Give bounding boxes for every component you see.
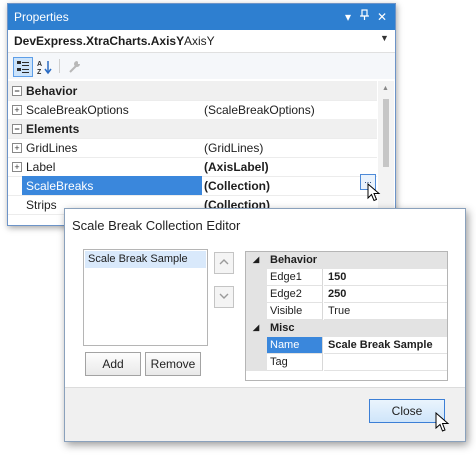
- expand-icon[interactable]: +: [12, 143, 22, 153]
- collapse-icon[interactable]: −: [12, 124, 22, 134]
- dialog-title: Scale Break Collection Editor: [72, 218, 241, 233]
- object-selector[interactable]: DevExpress.XtraCharts.AxisY AxisY ▼: [8, 30, 395, 53]
- categorized-icon[interactable]: [13, 57, 33, 77]
- chevron-down-icon: [219, 293, 229, 299]
- category-label: Behavior: [26, 84, 78, 98]
- property-name: ScaleBreakOptions: [26, 103, 129, 117]
- property-row-edge1[interactable]: Edge1 150: [246, 269, 447, 286]
- list-item[interactable]: Scale Break Sample: [85, 251, 206, 268]
- dropdown-icon[interactable]: ▾: [339, 8, 357, 26]
- svg-text:Z: Z: [37, 69, 42, 75]
- property-value: (ScaleBreakOptions): [204, 103, 315, 117]
- category-row-elements[interactable]: − Elements: [8, 119, 377, 139]
- property-row-label[interactable]: + Label (AxisLabel): [8, 157, 377, 177]
- close-icon[interactable]: ✕: [373, 8, 391, 26]
- category-row-misc[interactable]: ◢ Misc: [246, 320, 447, 337]
- close-button[interactable]: Close: [369, 399, 445, 423]
- property-value[interactable]: Scale Break Sample: [324, 337, 447, 354]
- property-name: Edge1: [267, 269, 323, 286]
- chevron-down-icon[interactable]: ▼: [380, 33, 389, 43]
- row-gutter: [246, 354, 267, 371]
- expand-icon[interactable]: +: [12, 162, 22, 172]
- collapse-triangle-icon[interactable]: ◢: [253, 323, 259, 332]
- property-name: Tag: [267, 354, 323, 371]
- dialog-footer: Close: [65, 388, 465, 441]
- property-grid: − Behavior + ScaleBreakOptions (ScaleBre…: [8, 81, 377, 225]
- properties-window: Properties ▾ ✕ DevExpress.XtraCharts.Axi…: [7, 3, 396, 226]
- object-type: AxisY: [184, 34, 215, 48]
- property-value: (GridLines): [204, 141, 264, 155]
- row-gutter: [246, 269, 267, 286]
- property-grid: ◢ Behavior Edge1 150 Edge2 250 Visible T…: [245, 251, 448, 381]
- scroll-up-icon[interactable]: ▲: [382, 85, 389, 92]
- properties-toolbar: AZ: [8, 53, 395, 79]
- property-name: Edge2: [267, 286, 323, 303]
- hand-cursor-icon: [435, 412, 450, 432]
- property-name: Label: [26, 160, 56, 174]
- row-gutter: [246, 337, 267, 354]
- category-label: Elements: [26, 122, 80, 136]
- wrench-icon[interactable]: [65, 57, 85, 77]
- expand-icon[interactable]: +: [12, 105, 22, 115]
- properties-title-bar[interactable]: Properties ▾ ✕: [8, 4, 395, 30]
- collapse-icon[interactable]: −: [12, 86, 22, 96]
- mouse-cursor-icon: [367, 183, 381, 202]
- chevron-up-icon: [219, 259, 229, 265]
- scrollbar-thumb[interactable]: [383, 99, 389, 167]
- category-row-behavior[interactable]: − Behavior: [8, 81, 377, 101]
- property-value: (AxisLabel): [204, 160, 269, 174]
- dialog-title-bar[interactable]: Scale Break Collection Editor: [65, 209, 465, 241]
- move-down-button[interactable]: [214, 286, 234, 308]
- property-value[interactable]: True: [324, 303, 447, 320]
- category-label: Behavior: [270, 254, 318, 266]
- scale-break-collection-editor: Scale Break Collection Editor Scale Brea…: [64, 208, 466, 442]
- add-button[interactable]: Add: [85, 352, 141, 376]
- sort-az-icon[interactable]: AZ: [35, 57, 55, 77]
- property-row-edge2[interactable]: Edge2 250: [246, 286, 447, 303]
- property-value: (Collection): [204, 179, 270, 193]
- property-name: ScaleBreaks: [26, 179, 94, 193]
- property-row-scalebreaks[interactable]: ScaleBreaks (Collection): [8, 176, 377, 196]
- move-up-button[interactable]: [214, 252, 234, 274]
- vertical-scrollbar[interactable]: ▲: [378, 81, 394, 225]
- property-value[interactable]: 250: [324, 286, 447, 303]
- pin-icon[interactable]: [356, 8, 374, 26]
- property-name: GridLines: [26, 141, 78, 155]
- property-name: Name: [267, 337, 323, 354]
- property-row-gridlines[interactable]: + GridLines (GridLines): [8, 138, 377, 158]
- properties-title: Properties: [14, 10, 69, 24]
- property-row-tag[interactable]: Tag: [246, 354, 447, 371]
- svg-text:A: A: [37, 61, 42, 68]
- row-gutter: [246, 286, 267, 303]
- collapse-triangle-icon[interactable]: ◢: [253, 255, 259, 264]
- remove-button[interactable]: Remove: [145, 352, 201, 376]
- property-row-visible[interactable]: Visible True: [246, 303, 447, 320]
- property-row-scalebreakoptions[interactable]: + ScaleBreakOptions (ScaleBreakOptions): [8, 100, 377, 120]
- scale-break-list[interactable]: Scale Break Sample: [83, 249, 208, 346]
- category-label: Misc: [270, 322, 295, 334]
- category-row-behavior[interactable]: ◢ Behavior: [246, 252, 447, 269]
- property-value[interactable]: 150: [324, 269, 447, 286]
- object-name: DevExpress.XtraCharts.AxisY: [14, 34, 185, 48]
- row-gutter: [246, 303, 267, 320]
- property-row-name[interactable]: Name Scale Break Sample: [246, 337, 447, 354]
- toolbar-separator: [59, 59, 60, 73]
- property-value[interactable]: [324, 354, 447, 371]
- property-name: Visible: [267, 303, 323, 320]
- property-name: Strips: [26, 198, 57, 212]
